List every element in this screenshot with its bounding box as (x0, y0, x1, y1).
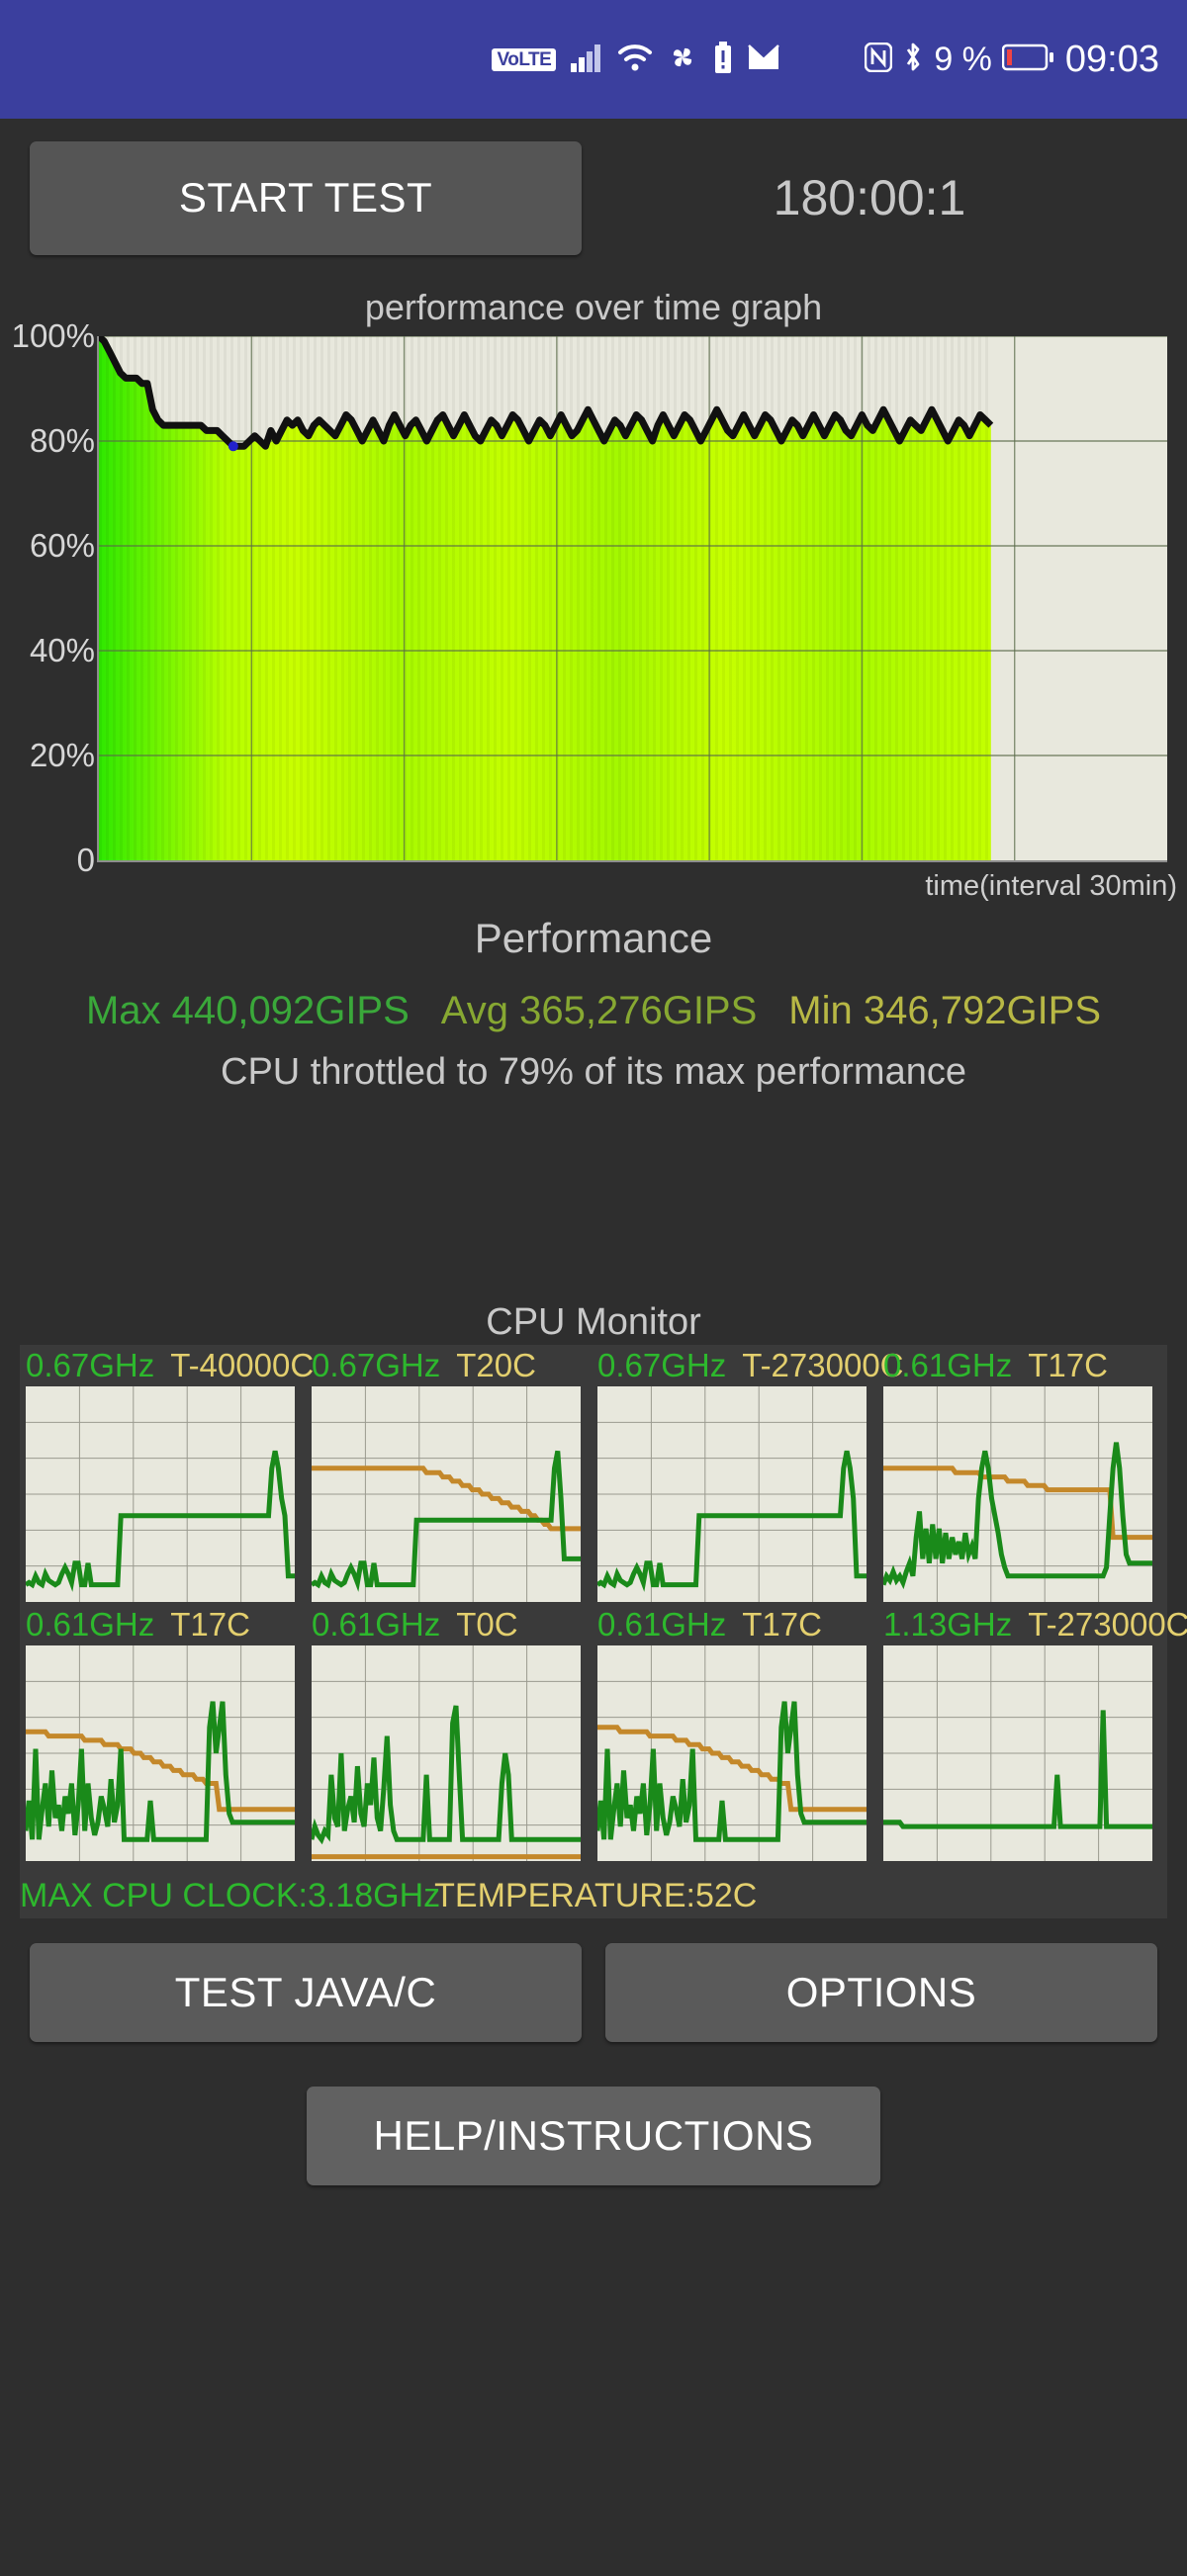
y-axis-tick: 20% (29, 737, 95, 773)
cpu-core-temperature-label: T-273000C (1028, 1606, 1187, 1643)
cpu-core-graph (26, 1645, 295, 1861)
performance-line-chart (99, 336, 1167, 860)
temperature-label: TEMPERATURE:52C (434, 1876, 758, 1914)
y-axis-tick: 80% (29, 422, 95, 459)
status-bar: VoLTE 9 % 09:03 (0, 0, 1187, 119)
y-axis-tick: 0 (76, 842, 95, 878)
start-test-button[interactable]: START TEST (30, 140, 582, 255)
nfc-icon (865, 42, 893, 77)
mail-icon (748, 44, 780, 76)
battery-alert-icon (712, 41, 734, 78)
min-gips-label: Min 346,792GIPS (788, 989, 1102, 1032)
cpu-core-cell: 0.67GHz T-40000C (26, 1345, 314, 1604)
bluetooth-icon (902, 42, 924, 78)
cpu-core-cell: 0.61GHz T17C (26, 1604, 295, 1863)
test-timer-label: 180:00:1 (773, 170, 966, 225)
battery-percent-label: 9 % (934, 40, 992, 78)
cpu-core-frequency-label: 0.67GHz (26, 1347, 155, 1383)
performance-plot-area (97, 336, 1167, 862)
performance-stats: Max 440,092GIPS Avg 365,276GIPS Min 346,… (0, 989, 1187, 1033)
max-gips-label: Max 440,092GIPS (85, 989, 410, 1032)
cpu-core-frequency-label: 0.61GHz (883, 1347, 1013, 1383)
performance-graph-title: performance over time graph (364, 287, 823, 327)
performance-graph: 100% 80% 60% 40% 20% 0 time(interval 30min) (0, 317, 1187, 902)
cpu-core-cell: 0.61GHz T0C (312, 1604, 581, 1863)
help-instructions-button[interactable]: HELP/INSTRUCTIONS (307, 2087, 880, 2185)
cpu-core-cell: 1.13GHz T-273000C (883, 1604, 1187, 1863)
cpu-core-frequency-label: 1.13GHz (883, 1606, 1013, 1643)
cpu-core-temperature-label: T0C (456, 1606, 518, 1643)
volte-badge: VoLTE (492, 47, 557, 71)
status-bar-notification-icons: VoLTE (492, 41, 780, 78)
cpu-core-row-top: 0.67GHz T-40000C 0.67GHz T20C 0.67GHz T-27300… (20, 1345, 1167, 1604)
cpu-monitor-footer: MAX CPU CLOCK:3.18GHz TEMPERATURE:52C (20, 1875, 1167, 1916)
signal-bars-icon (570, 43, 603, 77)
clock-label: 09:03 (1064, 38, 1159, 80)
cpu-core-frequency-label: 0.61GHz (597, 1606, 727, 1643)
cpu-core-cell: 0.61GHz T17C (883, 1345, 1152, 1604)
y-axis-tick: 100% (11, 317, 95, 354)
cpu-core-temperature-label: T-273000C (742, 1347, 904, 1383)
cpu-core-graph (883, 1645, 1152, 1861)
cpu-core-row-bottom: 0.61GHz T17C 0.61GHz T0C 0.61GHz T17C 1.13GHz T… (20, 1604, 1187, 1863)
y-axis-tick: 60% (29, 527, 95, 564)
cpu-monitor-heading: CPU Monitor (486, 1301, 701, 1343)
y-axis-labels: 100% 80% 60% 40% 20% 0 (0, 317, 95, 882)
cpu-core-temperature-label: T17C (1028, 1347, 1108, 1383)
wifi-icon (617, 43, 653, 77)
cpu-core-temperature-label: T17C (170, 1606, 250, 1643)
throttle-note: CPU throttled to 79% of its max performa… (221, 1051, 966, 1093)
top-controls: START TEST 180:00:1 (0, 119, 1187, 277)
battery-icon (1001, 44, 1055, 76)
cpu-core-graph (312, 1386, 581, 1602)
status-bar-system-icons: 9 % 09:03 (865, 39, 1159, 81)
cpu-core-graph (312, 1645, 581, 1861)
cpu-core-graph (883, 1386, 1152, 1602)
cpu-core-frequency-label: 0.61GHz (312, 1606, 441, 1643)
cpu-core-cell: 0.67GHz T20C (312, 1345, 581, 1604)
cpu-core-graph (597, 1645, 867, 1861)
cpu-core-temperature-label: T17C (742, 1606, 822, 1643)
pinwheel-icon (667, 43, 698, 77)
performance-heading: Performance (474, 915, 713, 961)
cpu-core-temperature-label: T20C (456, 1347, 536, 1383)
cpu-core-cell: 0.67GHz T-273000C (597, 1345, 904, 1604)
options-button[interactable]: OPTIONS (605, 1943, 1157, 2042)
cpu-core-frequency-label: 0.67GHz (312, 1347, 441, 1383)
y-axis-tick: 40% (29, 632, 95, 668)
cpu-core-graph (597, 1386, 867, 1602)
cpu-monitor-panel: 0.67GHz T-40000C 0.67GHz T20C 0.67GHz T-27300… (20, 1345, 1187, 1918)
cpu-core-labels: 0.61GHz T17C (883, 1345, 1187, 1386)
cpu-core-temperature-label: T-40000C (170, 1347, 315, 1383)
cpu-core-cell: 0.61GHz T17C (597, 1604, 867, 1863)
cpu-core-frequency-label: 0.67GHz (597, 1347, 727, 1383)
cpu-core-frequency-label: 0.61GHz (26, 1606, 155, 1643)
cpu-core-labels: 1.13GHz T-273000C (883, 1604, 1187, 1645)
avg-gips-label: Avg 365,276GIPS (440, 989, 758, 1032)
x-axis-label: time(interval 30min) (925, 870, 1177, 902)
min-performance-marker (228, 441, 238, 452)
max-cpu-clock-label: MAX CPU CLOCK:3.18GHz (20, 1876, 441, 1914)
cpu-core-graph (26, 1386, 295, 1602)
test-java-c-button[interactable]: TEST JAVA/C (30, 1943, 582, 2042)
